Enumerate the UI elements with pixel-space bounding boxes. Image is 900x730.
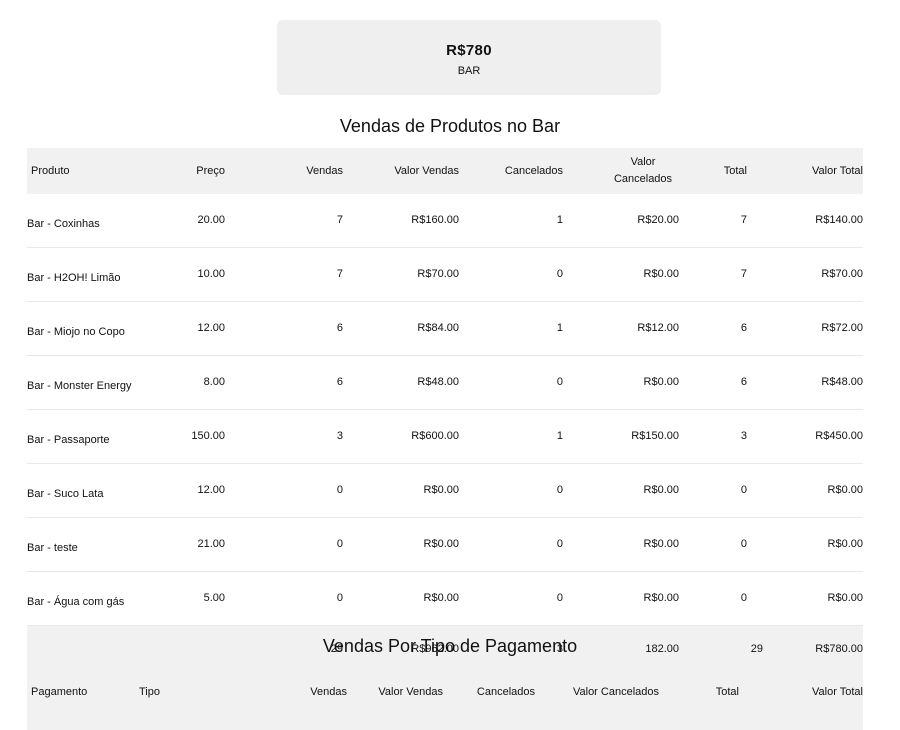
cell-cancelados: 0 — [463, 517, 567, 572]
cell-valor-total: R$140.00 — [767, 194, 863, 248]
header-vendas[interactable]: Vendas — [243, 148, 347, 194]
cell-vendas: 0 — [243, 463, 347, 518]
header-valor-cancelados[interactable]: Valor Cancelados — [539, 668, 663, 730]
cell-valor-cancelados: R$0.00 — [567, 463, 683, 518]
cell-cancelados: 1 — [463, 409, 567, 464]
cell-vendas: 3 — [243, 409, 347, 464]
table-row: Bar - Água com gás 5.00 0 R$0.00 0 R$0.00 0 R$0… — [27, 571, 863, 626]
cell-cancelados: 0 — [463, 571, 567, 626]
header-valor-cancelados[interactable]: Valor Cancelados — [567, 148, 683, 194]
cell-total: 0 — [683, 571, 767, 626]
header-valor-total[interactable]: Valor Total — [743, 668, 863, 730]
cell-preco: 12.00 — [139, 301, 243, 356]
cell-preco: 12.00 — [139, 463, 243, 518]
cell-valor-vendas: R$0.00 — [347, 463, 463, 518]
cell-cancelados: 0 — [463, 247, 567, 302]
payments-table: Pagamento Tipo Vendas Valor Vendas Cance… — [27, 668, 863, 730]
summary-value: R$780 — [446, 42, 492, 59]
cell-preco: 5.00 — [139, 571, 243, 626]
cell-vendas: 0 — [243, 517, 347, 572]
cell-valor-cancelados: R$20.00 — [567, 194, 683, 248]
cell-vendas: 7 — [243, 247, 347, 302]
table-row: Bar - Passaporte 150.00 3 R$600.00 1 R$150.00… — [27, 409, 863, 464]
table-row: Bar - Monster Energy 8.00 6 R$48.00 0 R$0.00 6… — [27, 355, 863, 410]
cell-produto: Bar - Monster Energy — [27, 355, 139, 410]
cell-preco: 150.00 — [139, 409, 243, 464]
cell-produto: Bar - Miojo no Copo — [27, 301, 139, 356]
cell-valor-total: R$0.00 — [767, 463, 863, 518]
cell-valor-total: R$48.00 — [767, 355, 863, 410]
cell-total: 0 — [683, 517, 767, 572]
cell-cancelados: 0 — [463, 355, 567, 410]
payments-header-row: Pagamento Tipo Vendas Valor Vendas Cance… — [27, 668, 863, 730]
table-row: Bar - Coxinhas 20.00 7 R$160.00 1 R$20.00 7 R$1… — [27, 194, 863, 248]
cell-valor-vendas: R$70.00 — [347, 247, 463, 302]
header-valor-total[interactable]: Valor Total — [767, 148, 863, 194]
cell-preco: 8.00 — [139, 355, 243, 410]
header-tipo[interactable]: Tipo — [135, 668, 279, 730]
summary-card: R$780 BAR — [277, 20, 661, 95]
cell-total: 3 — [683, 409, 767, 464]
cell-total: 6 — [683, 355, 767, 410]
cell-produto: Bar - teste — [27, 517, 139, 572]
products-table: Produto Preço Vendas Valor Vendas Cancel… — [27, 148, 863, 672]
header-vendas[interactable]: Vendas — [279, 668, 351, 730]
cell-valor-total: R$0.00 — [767, 571, 863, 626]
cell-valor-cancelados: R$0.00 — [567, 247, 683, 302]
cell-vendas: 7 — [243, 194, 347, 248]
table-row: Bar - Suco Lata 12.00 0 R$0.00 0 R$0.00 0 R$0.0… — [27, 463, 863, 518]
cell-valor-cancelados: R$0.00 — [567, 355, 683, 410]
cell-preco: 10.00 — [139, 247, 243, 302]
products-section-title: Vendas de Produtos no Bar — [339, 116, 561, 136]
cell-valor-vendas: R$0.00 — [347, 571, 463, 626]
cell-preco: 21.00 — [139, 517, 243, 572]
cell-valor-cancelados: R$0.00 — [567, 517, 683, 572]
cell-total: 7 — [683, 247, 767, 302]
cell-cancelados: 1 — [463, 301, 567, 356]
header-produto[interactable]: Produto — [27, 148, 139, 194]
cell-produto: Bar - Coxinhas — [27, 194, 139, 248]
cell-total: 6 — [683, 301, 767, 356]
cell-preco: 20.00 — [139, 194, 243, 248]
cell-vendas: 6 — [243, 355, 347, 410]
cell-produto: Bar - Suco Lata — [27, 463, 139, 518]
header-preco[interactable]: Preço — [139, 148, 243, 194]
header-valor-vendas[interactable]: Valor Vendas — [347, 148, 463, 194]
cell-valor-vendas: R$600.00 — [347, 409, 463, 464]
cell-valor-cancelados: R$12.00 — [567, 301, 683, 356]
cell-valor-vendas: R$160.00 — [347, 194, 463, 248]
products-header-row: Produto Preço Vendas Valor Vendas Cancel… — [27, 148, 863, 194]
cell-valor-vendas: R$84.00 — [347, 301, 463, 356]
header-cancelados[interactable]: Cancelados — [447, 668, 539, 730]
cell-valor-cancelados: R$0.00 — [567, 571, 683, 626]
header-valor-vendas[interactable]: Valor Vendas — [351, 668, 447, 730]
cell-valor-total: R$0.00 — [767, 517, 863, 572]
cell-produto: Bar - H2OH! Limão — [27, 247, 139, 302]
cell-valor-total: R$70.00 — [767, 247, 863, 302]
cell-cancelados: 1 — [463, 194, 567, 248]
table-row: Bar - teste 21.00 0 R$0.00 0 R$0.00 0 R$0.00 — [27, 517, 863, 572]
cell-total: 0 — [683, 463, 767, 518]
cell-valor-total: R$450.00 — [767, 409, 863, 464]
cell-valor-cancelados: R$150.00 — [567, 409, 683, 464]
header-total[interactable]: Total — [663, 668, 743, 730]
cell-vendas: 6 — [243, 301, 347, 356]
header-total[interactable]: Total — [683, 148, 767, 194]
summary-label: BAR — [457, 65, 481, 77]
payments-section-title: Vendas Por Tipo de Pagamento — [322, 636, 578, 656]
cell-produto: Bar - Passaporte — [27, 409, 139, 464]
cell-valor-vendas: R$48.00 — [347, 355, 463, 410]
header-pagamento[interactable]: Pagamento — [27, 668, 135, 730]
cell-valor-vendas: R$0.00 — [347, 517, 463, 572]
cell-valor-total: R$72.00 — [767, 301, 863, 356]
table-row: Bar - Miojo no Copo 12.00 6 R$84.00 1 R$12.00… — [27, 301, 863, 356]
cell-vendas: 0 — [243, 571, 347, 626]
cell-produto: Bar - Água com gás — [27, 571, 139, 626]
cell-total: 7 — [683, 194, 767, 248]
header-cancelados[interactable]: Cancelados — [463, 148, 567, 194]
cell-cancelados: 0 — [463, 463, 567, 518]
table-row: Bar - H2OH! Limão 10.00 7 R$70.00 0 R$0.00 7 R$… — [27, 247, 863, 302]
